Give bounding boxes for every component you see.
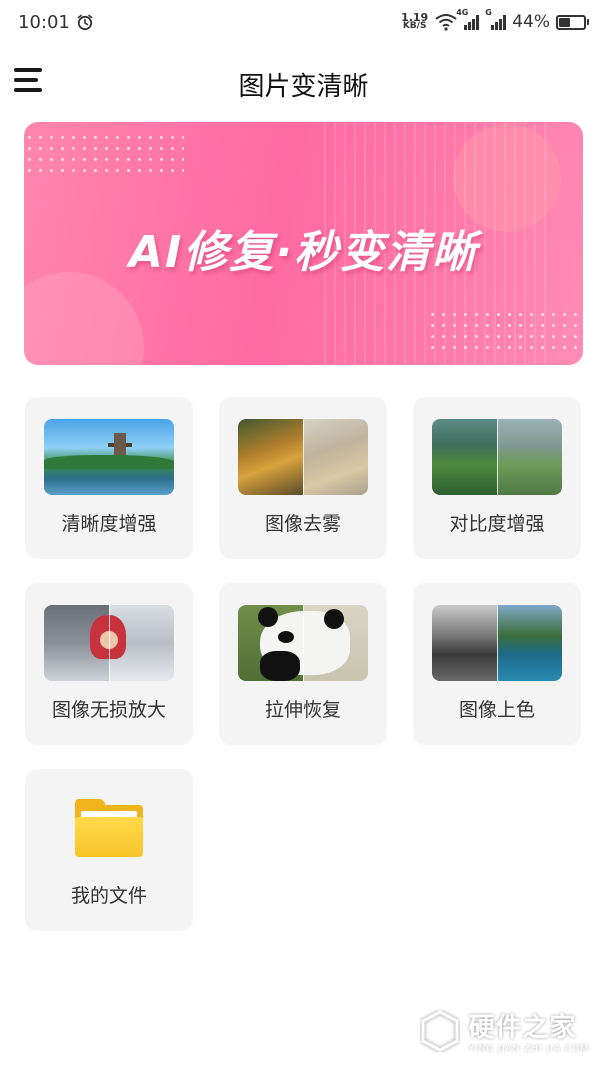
contrast-thumbnail xyxy=(432,419,562,495)
app-bar: 图片变清晰 xyxy=(0,52,607,112)
feature-dehaze[interactable]: 图像去雾 xyxy=(219,397,387,559)
feature-my-files[interactable]: 我的文件 xyxy=(25,769,193,931)
site-watermark: 硬件之家 YING JIAN ZHI JIA.COM xyxy=(420,1007,589,1054)
clock-time: 10:01 xyxy=(18,11,70,33)
banner-decor-dots xyxy=(427,309,577,357)
battery-icon xyxy=(556,14,589,30)
banner-headline: AI修复·秒变清晰 xyxy=(128,227,479,278)
feature-lossless-upscale[interactable]: 图像无损放大 xyxy=(25,583,193,745)
signal-2-tag: G xyxy=(485,8,492,17)
wifi-icon xyxy=(435,14,457,31)
feature-label: 我的文件 xyxy=(70,885,147,907)
feature-label: 清晰度增强 xyxy=(61,513,157,535)
network-speed: 1.19 KB/S xyxy=(401,12,428,31)
battery-fill xyxy=(559,17,570,27)
page-title: 图片变清晰 xyxy=(238,72,369,102)
status-bar-left: 10:01 xyxy=(18,12,94,33)
feature-label: 图像上色 xyxy=(458,699,535,721)
dehaze-thumbnail xyxy=(238,419,368,495)
watermark-logo-icon xyxy=(421,1009,459,1052)
feature-label: 图像去雾 xyxy=(264,513,341,535)
app-screen: 10:01 1.19 KB/S 4G G 44% 图片变清晰 AI修复·秒变清晰… xyxy=(0,0,607,1080)
network-speed-unit: KB/S xyxy=(402,21,427,31)
status-bar-right: 1.19 KB/S 4G G 44% xyxy=(401,8,589,32)
signal-strength-icon-1: 4G xyxy=(456,8,480,30)
promo-banner[interactable]: AI修复·秒变清晰 xyxy=(24,122,583,365)
alarm-icon xyxy=(77,14,93,31)
banner-decor-circle xyxy=(24,272,144,365)
banner-decor-dots xyxy=(24,132,184,172)
feature-label: 拉伸恢复 xyxy=(264,699,341,721)
feature-stretch-restore[interactable]: 拉伸恢复 xyxy=(219,583,387,745)
feature-colorize[interactable]: 图像上色 xyxy=(413,583,581,745)
signal-1-tag: 4G xyxy=(456,8,469,17)
status-bar: 10:01 1.19 KB/S 4G G 44% xyxy=(0,0,607,44)
signal-strength-icon-2: G xyxy=(485,8,507,30)
colorize-thumbnail xyxy=(432,605,562,681)
feature-sharpness-enhance[interactable]: 清晰度增强 xyxy=(25,397,193,559)
feature-contrast-enhance[interactable]: 对比度增强 xyxy=(413,397,581,559)
folder-icon xyxy=(75,799,143,857)
sharpness-thumbnail xyxy=(44,419,174,495)
watermark-subtext: YING JIAN ZHI JIA.COM xyxy=(468,1044,589,1054)
stretch-restore-thumbnail xyxy=(238,605,368,681)
battery-percent: 44% xyxy=(512,12,550,32)
feature-label: 对比度增强 xyxy=(449,513,545,535)
upscale-thumbnail xyxy=(44,605,174,681)
feature-label: 图像无损放大 xyxy=(51,699,166,721)
watermark-text: 硬件之家 xyxy=(468,1013,577,1043)
